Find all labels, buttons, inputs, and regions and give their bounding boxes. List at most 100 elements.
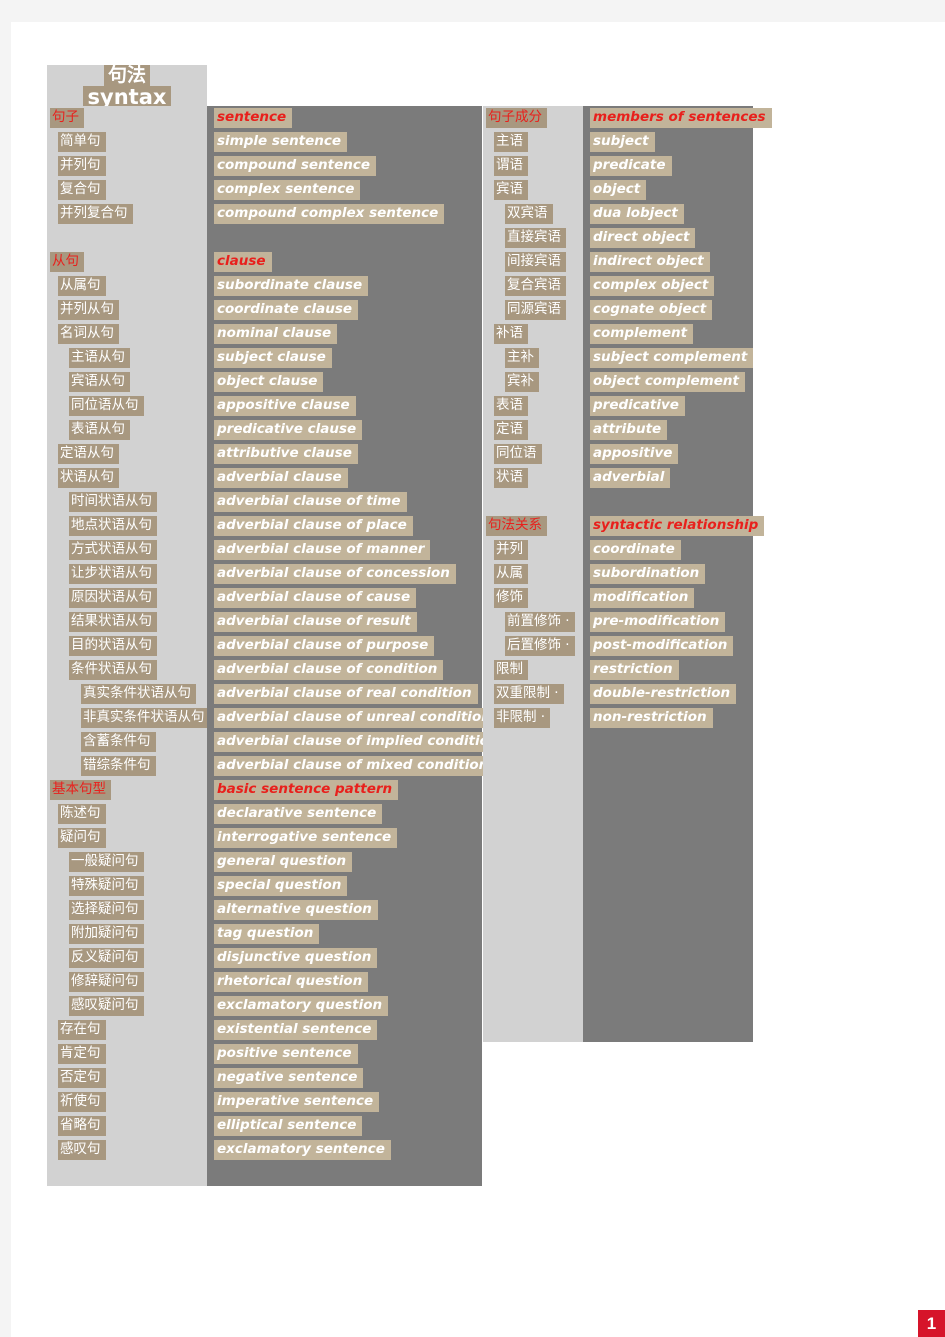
term-english-cell: modification (583, 586, 753, 610)
table-row: 非真实条件状语从句 adverbial clause of unreal cond… (47, 706, 497, 730)
term-chinese-cell: 真实条件状语从句 (47, 682, 207, 706)
term-english: pre-modification (590, 612, 726, 632)
syntax-table-left: 句子 sentence 简单句 simple sentence 并列句 compound … (47, 106, 505, 1186)
table-row: 主补 subject complement (483, 346, 754, 370)
term-english: subject complement (590, 348, 754, 368)
table-spacer-row (483, 490, 753, 514)
term-english-cell: clause (207, 250, 482, 274)
term-chinese-cell: 方式状语从句 (47, 538, 207, 562)
term-english: non-restriction (590, 708, 713, 728)
term-chinese-cell (483, 946, 583, 970)
term-english-cell: object complement (583, 370, 753, 394)
term-chinese: 存在句 (58, 1020, 106, 1040)
term-english-cell: direct object (583, 226, 753, 250)
section-heading-english: basic sentence pattern (214, 780, 399, 800)
term-chinese: 结果状语从句 (69, 612, 157, 632)
term-english: adverbial clause of concession (214, 564, 456, 584)
term-english: modification (590, 588, 695, 608)
term-chinese-cell: 双重限制 · (483, 682, 583, 706)
term-english-cell: existential sentence (207, 1018, 482, 1042)
term-english: nominal clause (214, 324, 338, 344)
table-spacer-row (483, 730, 753, 754)
document-page: 句法 syntax 句子 sentence 简单句 simple sentence 并列… (11, 22, 945, 1337)
table-row: 地点状语从句 adverbial clause of place (47, 514, 482, 538)
table-row: 感叹句 exclamatory sentence (47, 1138, 482, 1162)
term-english-cell: basic sentence pattern (207, 778, 482, 802)
term-english-cell: positive sentence (207, 1042, 482, 1066)
table-spacer-row (483, 922, 753, 946)
term-chinese: 并列从句 (58, 300, 119, 320)
term-english-cell: compound complex sentence (207, 202, 482, 226)
table-row: 限制 restriction (483, 658, 753, 682)
term-chinese: 错综条件句 (81, 756, 156, 776)
term-chinese-cell: 复合宾语 (483, 274, 583, 298)
section-heading-chinese: 句法关系 (486, 516, 547, 536)
term-english: direct object (590, 228, 696, 248)
term-chinese-cell: 定语 (483, 418, 583, 442)
term-chinese-cell: 复合句 (47, 178, 207, 202)
term-english: attribute (590, 420, 668, 440)
term-chinese: 附加疑问句 (69, 924, 144, 944)
table-row: 错综条件句 adverbial clause of mixed condition (47, 754, 495, 778)
term-english: complement (590, 324, 694, 344)
term-english-cell: nominal clause (207, 322, 482, 346)
term-chinese: 状语 (494, 468, 528, 488)
term-english-cell (583, 1018, 753, 1042)
term-english-cell: adverbial clause of condition (207, 658, 482, 682)
table-row: 主语 subject (483, 130, 753, 154)
term-english-cell: appositive clause (207, 394, 482, 418)
term-english: attributive clause (214, 444, 358, 464)
section-heading-chinese: 句子 (50, 108, 84, 128)
table-spacer-row (483, 754, 753, 778)
table-row: 陈述句 declarative sentence (47, 802, 482, 826)
table-row: 原因状语从句 adverbial clause of cause (47, 586, 482, 610)
term-chinese-cell (47, 1162, 207, 1186)
term-chinese-cell: 前置修饰 · (483, 610, 583, 634)
term-english-cell: restriction (583, 658, 753, 682)
term-chinese-cell: 从句 (47, 250, 207, 274)
term-english-cell: object clause (207, 370, 482, 394)
table-row: 同源宾语 cognate object (483, 298, 753, 322)
term-english: special question (214, 876, 348, 896)
table-row: 句法关系 syntactic relationship (483, 514, 765, 538)
term-chinese-cell: 间接宾语 (483, 250, 583, 274)
table-row: 直接宾语 direct object (483, 226, 753, 250)
term-chinese: 从属句 (58, 276, 106, 296)
term-english-cell (583, 994, 753, 1018)
table-row: 间接宾语 indirect object (483, 250, 753, 274)
term-english: alternative question (214, 900, 378, 920)
term-english: adverbial clause of condition (214, 660, 444, 680)
term-chinese-cell: 宾语从句 (47, 370, 207, 394)
term-english: appositive clause (214, 396, 356, 416)
term-english-cell (583, 946, 753, 970)
term-chinese: 表语从句 (69, 420, 130, 440)
term-chinese: 同位语 (494, 444, 542, 464)
term-english-cell: syntactic relationship (583, 514, 765, 538)
term-chinese: 陈述句 (58, 804, 106, 824)
table-spacer-row (483, 874, 753, 898)
page-title-block: 句法 syntax (47, 65, 207, 106)
term-english-cell: double-restriction (583, 682, 753, 706)
term-chinese-cell: 谓语 (483, 154, 583, 178)
term-chinese-cell: 感叹疑问句 (47, 994, 207, 1018)
term-chinese: 谓语 (494, 156, 528, 176)
term-chinese-cell: 感叹句 (47, 1138, 207, 1162)
term-chinese: 修饰 (494, 588, 528, 608)
term-english-cell: adverbial clause of real condition (207, 682, 482, 706)
table-row: 修辞疑问句 rhetorical question (47, 970, 482, 994)
term-chinese: 表语 (494, 396, 528, 416)
term-chinese: 定语从句 (58, 444, 119, 464)
term-english: predicative clause (214, 420, 363, 440)
table-row: 疑问句 interrogative sentence (47, 826, 482, 850)
term-english-cell (583, 778, 753, 802)
term-english-cell (207, 226, 482, 250)
term-english-cell (583, 730, 753, 754)
term-chinese-cell (483, 490, 583, 514)
term-chinese: 主补 (505, 348, 539, 368)
table-row: 省略句 elliptical sentence (47, 1114, 482, 1138)
table-row: 宾语从句 object clause (47, 370, 482, 394)
term-english: post-modification (590, 636, 734, 656)
term-english: compound complex sentence (214, 204, 445, 224)
term-chinese-cell: 句子成分 (483, 106, 583, 130)
term-english-cell (583, 826, 753, 850)
